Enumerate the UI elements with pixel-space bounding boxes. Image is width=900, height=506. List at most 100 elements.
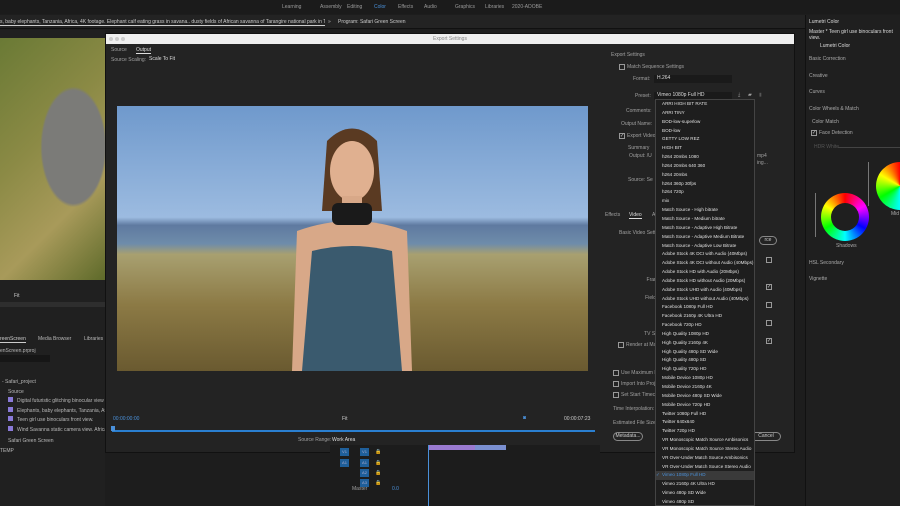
preset-option[interactable]: VR Monoscopic Match Source Ambisonics (656, 436, 754, 445)
tab-source[interactable]: Source (111, 47, 127, 53)
source-timeline-ruler[interactable] (0, 302, 105, 307)
preset-option[interactable]: Match Source - Adaptive Low Bitrate (656, 242, 754, 251)
track-target-a1[interactable]: A1 (360, 459, 369, 467)
midtones-color-wheel[interactable] (876, 162, 900, 210)
workspace-tab-editing[interactable]: Editing (347, 4, 362, 10)
section-basic-correction[interactable]: Basic Correction (809, 56, 846, 62)
source-patch-a1[interactable]: A1 (340, 459, 349, 467)
preset-option[interactable]: BOD-low-superlow (656, 118, 754, 127)
aspect-icon[interactable]: ◙ (523, 415, 526, 421)
midtones-slider[interactable] (868, 162, 869, 206)
preset-option[interactable]: Mobile Device 1080p HD (656, 374, 754, 383)
preset-option[interactable]: Twitter 640x640 (656, 418, 754, 427)
sequence-item[interactable]: Safari Green Screen (8, 438, 54, 444)
preset-option[interactable]: Match Source - High bitrate (656, 206, 754, 215)
preset-option[interactable]: Match Source - Adaptive Medium Bitrate (656, 233, 754, 242)
workspace-tab-learning[interactable]: Learning (282, 4, 301, 10)
preset-option[interactable]: ARRI HIGH BIT RATE (656, 100, 754, 109)
preset-option[interactable]: mix (656, 197, 754, 206)
format-select[interactable]: H.264 (654, 75, 732, 83)
panel-overflow-icon[interactable]: » (328, 19, 331, 25)
preset-option[interactable]: Vimeo 2160p 4K Ultra HD (656, 480, 754, 489)
workspace-tab-2020-adobe[interactable]: 2020-ADOBE (512, 4, 542, 10)
project-item[interactable]: Elephants, baby elephants, Tanzania, Afr… (8, 406, 105, 414)
save-preset-icon[interactable]: ⤓ (738, 92, 740, 98)
preset-option[interactable]: Match Source - Adaptive High Bitrate (656, 224, 754, 233)
tab-effects[interactable]: Effects (605, 212, 620, 218)
preset-option[interactable]: High Quality 720p HD (656, 365, 754, 374)
preset-option[interactable]: VR Over-Under Match Source Stereo Audio (656, 463, 754, 472)
preset-option[interactable]: h264 20mbs (656, 171, 754, 180)
section-creative[interactable]: Creative (809, 73, 828, 79)
workspace-tab-assembly[interactable]: Assembly (320, 4, 342, 10)
preset-option[interactable]: ARRI TINY (656, 109, 754, 118)
delete-preset-icon[interactable]: ▮ (759, 92, 762, 98)
preset-option[interactable]: Facebook 1080p Full HD (656, 303, 754, 312)
match-source-button[interactable]: rce (759, 236, 777, 245)
lock-icon[interactable]: 🔒 (375, 480, 381, 486)
track-target-v1[interactable]: V1 (360, 448, 369, 456)
preset-option[interactable]: Adobe Stock HD without Audio (20Mbps) (656, 277, 754, 286)
workspace-tab-effects[interactable]: Effects (398, 4, 413, 10)
preset-option[interactable]: Mobile Device 720p HD (656, 401, 754, 410)
preset-option[interactable]: High Quality 2160p 4K (656, 339, 754, 348)
source-scaling-select[interactable]: Scale To Fit (146, 56, 234, 64)
track-controls[interactable]: 🔒 (375, 480, 381, 486)
tab-output[interactable]: Output (136, 47, 152, 54)
preset-option[interactable]: Facebook 720p HD (656, 321, 754, 330)
preset-option[interactable]: Adobe Stock 4K DCI without Audio (40Mbps… (656, 259, 754, 268)
preset-option[interactable]: Adobe Stock UHD without Audio (40Mbps) (656, 295, 754, 304)
use-max-checkbox[interactable] (613, 370, 619, 376)
preset-option[interactable]: Adobe Stock UHD with Audio (40Mbps) (656, 286, 754, 295)
source-patch-v1[interactable]: V1 (340, 448, 349, 456)
project-item[interactable]: Teen girl use binoculars front view. (8, 416, 105, 423)
workspace-tab-audio[interactable]: Audio (424, 4, 437, 10)
preset-option[interactable]: Twitter 720p HD (656, 427, 754, 436)
preset-option[interactable]: Mobile Device 480p SD Wide (656, 392, 754, 401)
checkbox-4[interactable] (766, 320, 772, 326)
preset-option[interactable]: High Quality 480p SD (656, 356, 754, 365)
timeline-clip[interactable] (428, 445, 506, 450)
source-panel-title[interactable]: s, baby elephants, Tanzania, Africa, 4K … (0, 19, 325, 26)
lock-icon[interactable]: 🔒 (375, 449, 381, 455)
zoom-fit-select[interactable]: Fit (342, 416, 348, 422)
preset-option[interactable]: Match Source - Medium bitrate (656, 215, 754, 224)
fit-select[interactable]: Fit (14, 293, 20, 299)
shadows-slider[interactable] (815, 193, 816, 237)
preset-option[interactable]: HIGH BIT (656, 144, 754, 153)
preset-option[interactable]: Twitter 1080p Full HD (656, 410, 754, 419)
hdr-white-slider[interactable] (838, 147, 900, 148)
checkbox-1[interactable] (766, 257, 772, 263)
preset-option[interactable]: h264 360p 30fps (656, 180, 754, 189)
preset-option[interactable]: VR Over-Under Match Source Ambisonics (656, 454, 754, 463)
minimize-button[interactable] (115, 37, 119, 41)
preset-option[interactable]: h264 20mbs 1080 (656, 153, 754, 162)
section-hsl-secondary[interactable]: HSL Secondary (809, 260, 844, 266)
tab-video[interactable]: Video (629, 212, 642, 219)
cancel-button[interactable]: Cancel (751, 432, 781, 441)
tab-libraries[interactable]: Libraries (84, 336, 103, 342)
preset-option[interactable]: Mobile Device 2160p 4K (656, 383, 754, 392)
preset-option[interactable]: GETTY LOW REZ (656, 135, 754, 144)
import-project-checkbox[interactable] (613, 381, 619, 387)
track-controls[interactable]: 🔒 (375, 449, 381, 455)
preset-option[interactable]: High Quality 480p SD Wide (656, 348, 754, 357)
track-controls[interactable]: 🔒 (375, 460, 381, 466)
shadows-color-wheel[interactable] (821, 193, 869, 241)
track-target-a3[interactable]: A3 (360, 479, 369, 487)
lock-icon[interactable]: 🔒 (375, 460, 381, 466)
section-curves[interactable]: Curves (809, 89, 825, 95)
preset-dropdown-list[interactable]: ARRI HIGH BIT RATE ARRI TINY BOD-low-super… (655, 99, 755, 506)
workspace-tab-color[interactable]: Color (374, 4, 386, 10)
metadata-button[interactable]: Metadata... (613, 432, 643, 441)
timecode-start[interactable]: 00:00:00:00 (113, 416, 139, 422)
project-search-input[interactable] (0, 355, 50, 362)
tab-media-browser[interactable]: Media Browser (38, 336, 71, 342)
checkbox-5[interactable]: ✓ (766, 338, 772, 344)
close-button[interactable] (109, 37, 113, 41)
project-item[interactable]: Digital futuristic glitching binocular v… (8, 397, 105, 404)
playhead[interactable] (111, 426, 115, 431)
timeline-playhead[interactable] (428, 445, 429, 506)
preset-option[interactable]: ✓ Vimeo 1080p Full HD (656, 471, 754, 481)
track-controls[interactable]: 🔒 (375, 470, 381, 476)
